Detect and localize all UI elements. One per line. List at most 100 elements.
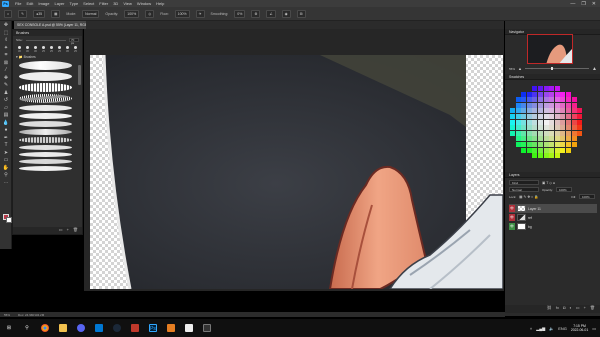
color-swatch[interactable] — [521, 91, 527, 97]
layer-row[interactable]: 👁 bg — [509, 222, 597, 231]
up-arrow-icon[interactable]: ˄ — [530, 326, 532, 331]
color-swatch[interactable] — [515, 142, 521, 147]
layer-opacity-field[interactable]: 100% — [556, 187, 573, 192]
folder-icon[interactable]: ▭ — [59, 227, 63, 234]
color-swatch[interactable] — [521, 142, 527, 147]
color-swatch[interactable] — [554, 136, 560, 142]
adjust-icon[interactable]: ◐ — [569, 305, 571, 313]
layer-row[interactable]: 👁 Layer 11 — [509, 204, 597, 213]
home-icon[interactable]: ⌂ — [4, 9, 13, 18]
color-swatch[interactable] — [510, 114, 515, 119]
color-swatch[interactable] — [532, 102, 538, 108]
color-swatch[interactable] — [543, 91, 549, 97]
color-swatch[interactable] — [549, 130, 555, 136]
clock[interactable]: 7:15 PM 2022-06-01 — [571, 324, 588, 332]
eraser-tool-icon[interactable]: ▱ — [2, 105, 10, 111]
color-swatch[interactable] — [560, 142, 566, 147]
color-swatch[interactable] — [560, 114, 566, 119]
brush-stroke-preview[interactable] — [19, 61, 72, 70]
color-swatch[interactable] — [549, 142, 555, 147]
color-swatch[interactable] — [543, 125, 549, 131]
pressure-size-icon[interactable]: ◉ — [281, 9, 291, 18]
brush-tip[interactable]: 30 — [24, 45, 31, 53]
color-swatch[interactable] — [521, 114, 527, 119]
opacity-field[interactable]: 100% — [124, 9, 140, 18]
color-swatch[interactable] — [554, 125, 560, 131]
menu-layer[interactable]: Layer — [54, 1, 64, 6]
color-swatch[interactable] — [526, 142, 532, 147]
brush-tool-icon[interactable]: ✎ — [18, 9, 28, 18]
brush-tip[interactable]: 25 — [72, 45, 79, 53]
color-swatch[interactable] — [526, 97, 532, 103]
healing-tool-icon[interactable]: ✚ — [2, 75, 10, 81]
navigator-zoom-knob[interactable] — [550, 67, 553, 70]
status-doc-info[interactable]: Doc: 24.9M/134.2M — [18, 313, 44, 317]
brush-settings-icon[interactable]: ▦ — [51, 9, 61, 18]
color-swatch[interactable] — [538, 136, 543, 142]
brush-size-field[interactable]: 70 px — [69, 38, 79, 45]
color-swatch[interactable] — [549, 153, 555, 159]
color-swatch[interactable] — [538, 97, 543, 103]
color-swatch[interactable] — [538, 130, 543, 136]
network-icon[interactable]: ▂▄▆ — [536, 326, 545, 331]
color-swatch[interactable] — [560, 102, 566, 108]
gear-icon[interactable]: ⚙ — [251, 9, 261, 18]
color-swatch[interactable] — [566, 136, 571, 142]
notification-icon[interactable]: ▭ — [592, 326, 596, 331]
color-swatch[interactable] — [549, 125, 555, 131]
color-swatch[interactable] — [526, 119, 532, 125]
brush-size-picker[interactable]: ● 35 — [33, 9, 46, 18]
mask-icon[interactable]: ◘ — [563, 305, 565, 313]
color-swatch[interactable] — [571, 114, 577, 119]
chrome-icon[interactable] — [41, 324, 49, 332]
airbrush-icon[interactable]: ✈ — [195, 9, 205, 18]
color-swatch[interactable] — [532, 119, 538, 125]
menu-type[interactable]: Type — [70, 1, 79, 6]
color-swatch-grid[interactable] — [510, 86, 586, 162]
color-swatch[interactable] — [566, 142, 571, 147]
dodge-tool-icon[interactable]: ● — [2, 127, 10, 133]
navigator-zoom-slider[interactable] — [524, 67, 590, 70]
color-swatch[interactable] — [521, 136, 527, 142]
color-swatch[interactable] — [577, 119, 583, 125]
color-swatch[interactable] — [521, 125, 527, 131]
eyedropper-tool-icon[interactable]: ⁄ — [2, 67, 10, 73]
close-button[interactable]: ✕ — [592, 1, 596, 7]
clip-icon[interactable] — [203, 324, 211, 332]
pressure-opacity-icon[interactable]: ◎ — [145, 9, 155, 18]
color-swatch[interactable] — [521, 102, 527, 108]
color-swatch[interactable] — [538, 153, 543, 159]
color-swatch[interactable] — [510, 130, 515, 136]
color-swatch[interactable] — [577, 125, 583, 131]
frame-tool-icon[interactable]: ⊠ — [2, 60, 10, 66]
color-swatch[interactable] — [566, 130, 571, 136]
status-zoom[interactable]: 55% — [4, 313, 10, 317]
menu-window[interactable]: Window — [137, 1, 151, 6]
color-swatch[interactable] — [554, 86, 560, 91]
navigator-zoom-value[interactable]: 55% — [509, 67, 515, 71]
brush-stroke-preview[interactable] — [19, 137, 72, 143]
store-icon[interactable] — [95, 324, 103, 332]
link-icon[interactable]: ⛓ — [547, 305, 552, 313]
brush-stroke-preview[interactable] — [19, 159, 72, 164]
color-swatch[interactable] — [538, 86, 543, 91]
color-swatch[interactable] — [554, 114, 560, 119]
type-tool-icon[interactable]: T — [2, 142, 10, 148]
menu-image[interactable]: Image — [38, 1, 49, 6]
color-swatch[interactable] — [566, 91, 571, 97]
trash-icon[interactable]: 🗑 — [73, 227, 78, 234]
color-swatch[interactable] — [560, 147, 566, 153]
brush-tip[interactable]: 25 — [56, 45, 63, 53]
visibility-eye-icon[interactable]: 👁 — [509, 223, 515, 230]
color-swatch[interactable] — [554, 147, 560, 153]
language-indicator[interactable]: ENG — [558, 326, 567, 331]
color-swatch[interactable] — [549, 91, 555, 97]
color-swatch[interactable] — [526, 91, 532, 97]
color-swatch[interactable] — [554, 142, 560, 147]
visibility-eye-icon[interactable]: 👁 — [509, 214, 515, 221]
color-swatch[interactable] — [549, 102, 555, 108]
color-swatch[interactable] — [560, 97, 566, 103]
color-swatch[interactable] — [526, 102, 532, 108]
color-swatch[interactable] — [538, 108, 543, 114]
color-swatch[interactable] — [549, 136, 555, 142]
